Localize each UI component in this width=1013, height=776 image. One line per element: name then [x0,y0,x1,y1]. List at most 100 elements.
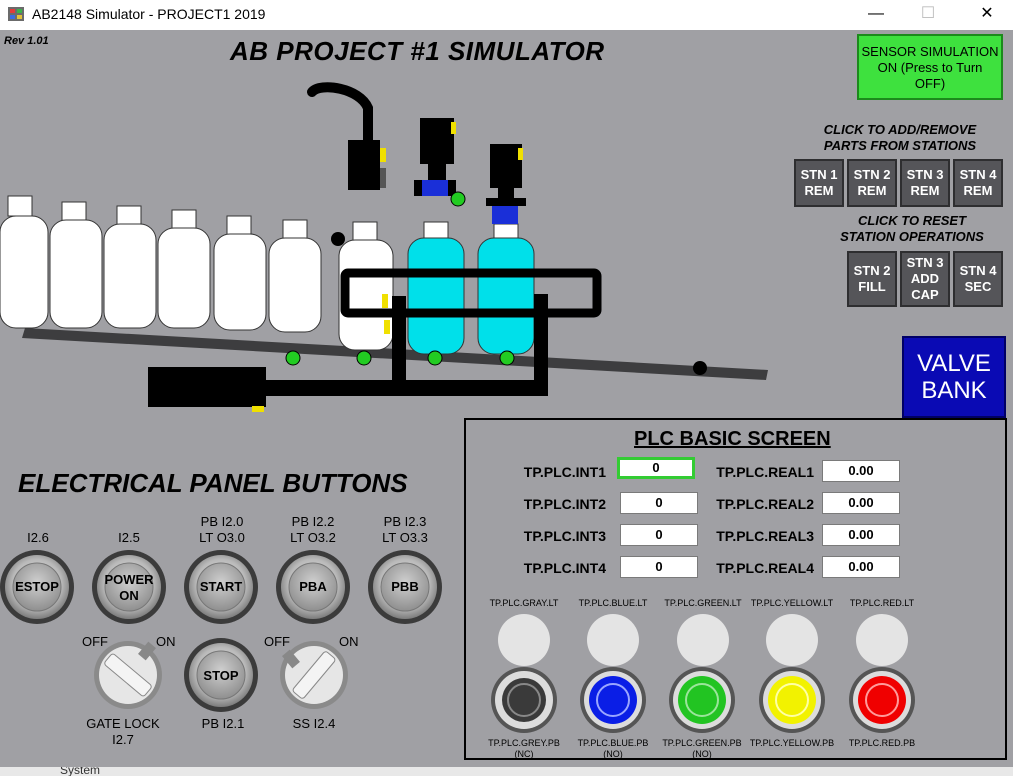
valve-line1: VALVE [917,350,991,377]
gate-lock-label: GATE LOCK I2.7 [73,716,173,748]
cap-station [490,144,522,188]
label-line2: I2.5 [118,530,140,545]
btn-line: STN 3 [906,167,944,182]
btn-line: STN 4 [959,263,997,278]
blue-pushbutton[interactable] [580,667,646,733]
pb-label-line2: (NO) [692,749,712,759]
remove-caption: CLICK TO ADD/REMOVE PARTS FROM STATIONS [790,122,1010,154]
minimize-icon: — [868,5,884,22]
sensor-line1: SENSOR SIMULATION [861,44,999,59]
stn4-sec-button[interactable]: STN 4 SEC [953,251,1003,307]
sensor-station1 [348,140,380,190]
simulator-canvas: Rev 1.01 AB PROJECT #1 SIMULATOR SENSOR … [0,30,1013,767]
green-pushbutton[interactable] [669,667,735,733]
red-pushbutton[interactable] [849,667,915,733]
button-label: I2.6 [0,514,88,546]
reset-caption-line1: CLICK TO RESET [857,213,967,228]
stn3-rem-button[interactable]: STN 3 REM [900,159,950,207]
bottle-cap [282,219,308,241]
electrical-panel-title: ELECTRICAL PANEL BUTTONS [18,468,408,498]
yellow-pushbutton[interactable] [759,667,825,733]
grey-pb-label: TP.PLC.GREY.PB (NC) [476,738,572,760]
red-pb-label: TP.PLC.RED.PB [834,738,930,749]
selector-switch[interactable] [280,641,348,709]
yellow-pb-label: TP.PLC.YELLOW.PB [744,738,840,749]
conveyor-graphic [0,82,768,412]
label-line2: LT O3.0 [199,530,245,545]
start-text: START [199,579,243,594]
stn3-addcap-button[interactable]: STN 3 ADD CAP [900,251,950,307]
taskbar-item: System [60,767,101,776]
pb-label-line1: TP.PLC.RED.PB [848,738,916,748]
fill-station [420,118,454,164]
bottle [49,219,103,329]
stn1-rem-button[interactable]: STN 1 REM [794,159,844,207]
grey-pushbutton[interactable] [491,667,557,733]
label-line1: GATE LOCK [86,716,160,731]
btn-line: STN 2 [853,263,891,278]
filled-bottle [407,237,465,355]
bottle [103,223,157,329]
bottle-cap [61,201,87,223]
pb-label-line1: TP.PLC.GREEN.PB [662,738,742,748]
real1-field[interactable]: 0.00 [822,460,900,482]
selector-label: SS I2.4 [292,716,336,731]
int2-tag: TP.PLC.INT2 [523,496,606,512]
btn-line: REM [910,183,940,198]
label-line2: LT O3.3 [382,530,428,545]
gray-lt-label: TP.PLC.GRAY.LT [489,598,559,608]
close-button[interactable]: ✕ [964,0,1010,30]
real3-field[interactable]: 0.00 [822,524,900,546]
int4-tag: TP.PLC.INT4 [523,560,606,576]
green-pb-label: TP.PLC.GREEN.PB (NO) [654,738,750,760]
int1-tag: TP.PLC.INT1 [523,464,606,480]
red-lt-label: TP.PLC.RED.LT [849,598,915,608]
btn-line: STN 4 [959,167,997,182]
maximize-button[interactable]: ☐ [905,0,951,30]
bottle [0,215,49,329]
power-on-text: POWER ON [79,572,179,604]
button-label: PB I2.2 LT O3.2 [263,514,363,546]
bottle-cap [7,195,33,217]
bottle-cap [226,215,252,237]
valve-bank-button[interactable]: VALVE BANK [902,336,1006,418]
title-bar: AB2148 Simulator - PROJECT1 2019 — ☐ ✕ [0,0,1013,30]
btn-line: STN 3 [906,255,944,270]
estop-text: ESTOP [15,579,59,594]
maximize-icon: ☐ [920,5,936,22]
close-icon: ✕ [980,5,994,22]
gray-light [498,614,550,666]
label-line2: I2.6 [27,530,49,545]
red-light [856,614,908,666]
bottle [213,233,267,331]
btn-line: CAP [911,287,939,302]
valve-line2: BANK [921,377,987,404]
stn4-rem-button[interactable]: STN 4 REM [953,159,1003,207]
bottle [157,227,211,329]
real4-field[interactable]: 0.00 [822,556,900,578]
real2-field[interactable]: 0.00 [822,492,900,514]
reset-caption: CLICK TO RESET STATION OPERATIONS [812,213,1012,245]
taskbar-strip: System [0,767,1013,776]
minimize-button[interactable]: — [853,0,899,30]
real3-tag: TP.PLC.REAL3 [716,528,814,544]
sensor-simulation-button[interactable]: SENSOR SIMULATION ON (Press to Turn OFF) [857,34,1003,100]
yellow-lt-label: TP.PLC.YELLOW.LT [750,598,834,608]
bottle [268,237,322,333]
pb-label-line2: (NO) [603,749,623,759]
plc-pushbutton-row [491,667,915,733]
reset-caption-line2: STATION OPERATIONS [840,229,984,244]
pb-label-line1: TP.PLC.GREY.PB [488,738,560,748]
app-icon [8,7,24,21]
stn2-rem-button[interactable]: STN 2 REM [847,159,897,207]
stn2-fill-button[interactable]: STN 2 FILL [847,251,897,307]
blue-light [587,614,639,666]
text-line2: ON [119,588,139,603]
gate-lock-switch[interactable] [94,641,162,709]
label-line2: LT O3.2 [290,530,336,545]
blue-pb-label: TP.PLC.BLUE.PB (NO) [565,738,661,760]
bottle-cap [116,205,142,227]
button-label: PB I2.3 LT O3.3 [355,514,455,546]
green-lt-label: TP.PLC.GREEN.LT [664,598,742,608]
plc-panel: PLC BASIC SCREEN TP.PLC.INT1 0 TP.PLC.IN… [464,418,1007,760]
